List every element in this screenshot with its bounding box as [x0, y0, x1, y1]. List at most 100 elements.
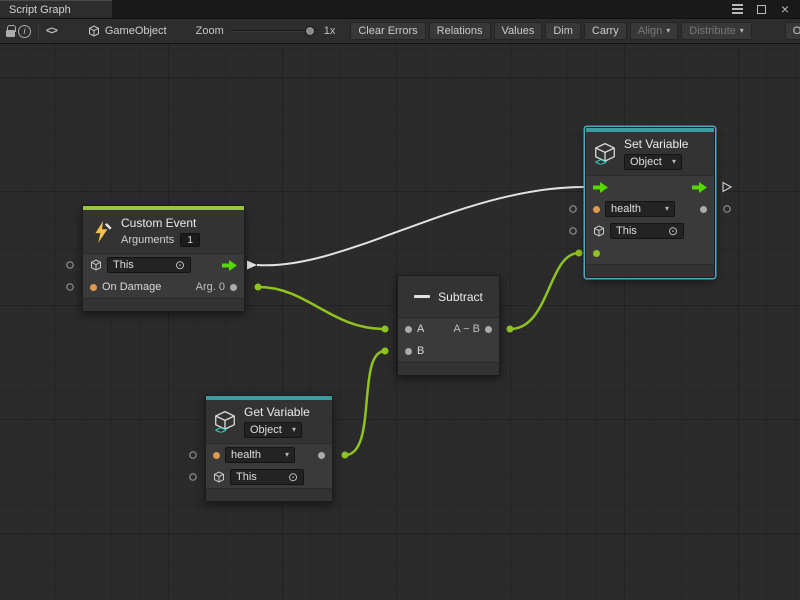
event-port-row: On Damage Arg. 0 [83, 276, 244, 298]
port-ring[interactable] [570, 228, 576, 234]
lock-icon[interactable] [6, 22, 15, 41]
chevron-down-icon: ▾ [740, 27, 744, 35]
chevron-down-icon: ▾ [666, 27, 670, 35]
wire-endpoint-dot[interactable] [382, 326, 389, 333]
wire-endpoint-dot[interactable] [382, 348, 389, 355]
subtract-icon [414, 295, 430, 298]
node-footer [83, 298, 244, 311]
arguments-count-field[interactable]: 1 [180, 233, 200, 247]
node-set-variable[interactable]: <> Set Variable Object ▾ [585, 127, 715, 278]
result-output-port[interactable] [485, 326, 492, 333]
gameobject-cube-icon [593, 225, 605, 237]
flow-output-port[interactable] [692, 182, 707, 193]
node-footer [398, 362, 499, 375]
flow-out-triangle-port[interactable] [723, 183, 731, 192]
zoom-slider-knob[interactable] [305, 26, 315, 36]
graph-canvas[interactable]: Custom Event Arguments 1 This ⊙ [0, 44, 800, 600]
variable-scope-dropdown[interactable]: Object ▾ [244, 422, 302, 438]
tab-strip: Script Graph × [0, 0, 800, 19]
gameobject-cube-icon [213, 471, 225, 483]
script-graph-window: Script Graph × i <> GameObject Zoom 1x C… [0, 0, 800, 600]
wire-endpoint-dot[interactable] [342, 452, 349, 459]
this-dropdown[interactable]: This ⊙ [610, 223, 684, 239]
target-port-row: This ⊙ [586, 220, 714, 242]
chevron-down-icon: ▾ [665, 205, 669, 213]
svg-text:<>: <> [595, 157, 607, 166]
node-custom-event[interactable]: Custom Event Arguments 1 This ⊙ [82, 205, 245, 312]
code-view-icon[interactable]: <> [46, 22, 57, 41]
info-icon[interactable]: i [18, 22, 31, 41]
variable-cube-icon: <> [593, 142, 617, 166]
node-header: <> Get Variable Object ▾ [206, 400, 332, 444]
node-get-variable[interactable]: <> Get Variable Object ▾ health ▾ [205, 395, 333, 502]
input-a-label: A [417, 323, 424, 335]
flow-port-row [586, 176, 714, 198]
result-label: A − B [453, 323, 480, 335]
node-header: Subtract [398, 276, 499, 318]
input-a-port[interactable] [405, 326, 412, 333]
distribute-button[interactable]: Distribute▾ [681, 22, 751, 40]
value-output-port[interactable] [318, 452, 325, 459]
wire-getvariable-to-subtract-b[interactable] [345, 351, 385, 455]
name-input-port[interactable] [593, 206, 600, 213]
value-port[interactable] [90, 284, 97, 291]
align-button[interactable]: Align▾ [630, 22, 678, 40]
dim-button[interactable]: Dim [545, 22, 581, 40]
node-header: Custom Event Arguments 1 [83, 210, 244, 254]
gameobject-cube-icon [88, 25, 100, 37]
gameobject-selector[interactable]: GameObject [88, 25, 167, 37]
node-title: Subtract [438, 290, 483, 304]
arg0-label: Arg. 0 [196, 281, 225, 293]
new-value-input-port[interactable] [593, 250, 600, 257]
variable-cube-icon: <> [213, 410, 237, 434]
values-button[interactable]: Values [494, 22, 543, 40]
toolbar-separator [38, 24, 39, 39]
wire-subtract-to-setvariable[interactable] [510, 253, 579, 329]
port-ring[interactable] [190, 452, 196, 458]
wire-flow-customevent-setvariable[interactable] [257, 187, 584, 265]
input-b-label: B [417, 345, 424, 357]
port-ring[interactable] [190, 474, 196, 480]
close-icon[interactable]: × [778, 2, 792, 16]
overview-button[interactable]: Overview [785, 22, 800, 40]
node-subtract[interactable]: Subtract A A − B B [397, 275, 500, 376]
target-port-row: This ⊙ [206, 466, 332, 488]
flow-input-port[interactable] [593, 182, 608, 193]
arg0-output-port[interactable] [230, 284, 237, 291]
node-header: <> Set Variable Object ▾ [586, 132, 714, 176]
maximize-icon[interactable] [754, 2, 768, 16]
target-picker-icon: ⊙ [175, 259, 185, 271]
carry-button[interactable]: Carry [584, 22, 627, 40]
variable-scope-dropdown[interactable]: Object ▾ [624, 154, 682, 170]
port-ring[interactable] [570, 206, 576, 212]
relations-button[interactable]: Relations [429, 22, 491, 40]
zoom-value: 1x [324, 25, 336, 37]
variable-name-dropdown[interactable]: health ▾ [225, 447, 295, 463]
clear-errors-button[interactable]: Clear Errors [350, 22, 425, 40]
port-ring[interactable] [67, 262, 73, 268]
variable-name-row: health ▾ [586, 198, 714, 220]
value-output-port[interactable] [700, 206, 707, 213]
target-picker-icon: ⊙ [288, 471, 298, 483]
graph-toolbar: i <> GameObject Zoom 1x Clear Errors Rel… [0, 19, 800, 44]
this-dropdown[interactable]: This ⊙ [107, 257, 191, 273]
variable-name-dropdown[interactable]: health ▾ [605, 201, 675, 217]
input-b-port[interactable] [405, 348, 412, 355]
window-menu-icon[interactable] [730, 2, 744, 16]
name-input-port[interactable] [213, 452, 220, 459]
wire-arg0-to-subtract-a[interactable] [258, 287, 385, 329]
event-name-label: On Damage [102, 281, 161, 293]
port-ring[interactable] [67, 284, 73, 290]
port-ring[interactable] [724, 206, 730, 212]
wire-endpoint-dot[interactable] [507, 326, 514, 333]
flow-output-port[interactable] [222, 260, 237, 271]
wire-endpoint-dot[interactable] [255, 284, 262, 291]
tab-script-graph[interactable]: Script Graph [0, 0, 112, 18]
window-controls: × [730, 0, 800, 18]
node-title: Get Variable [244, 405, 310, 419]
this-dropdown[interactable]: This ⊙ [230, 469, 304, 485]
svg-text:<>: <> [215, 425, 227, 434]
wire-endpoint-dot[interactable] [576, 250, 583, 257]
gameobject-label: GameObject [105, 25, 167, 37]
zoom-slider[interactable] [231, 25, 317, 37]
